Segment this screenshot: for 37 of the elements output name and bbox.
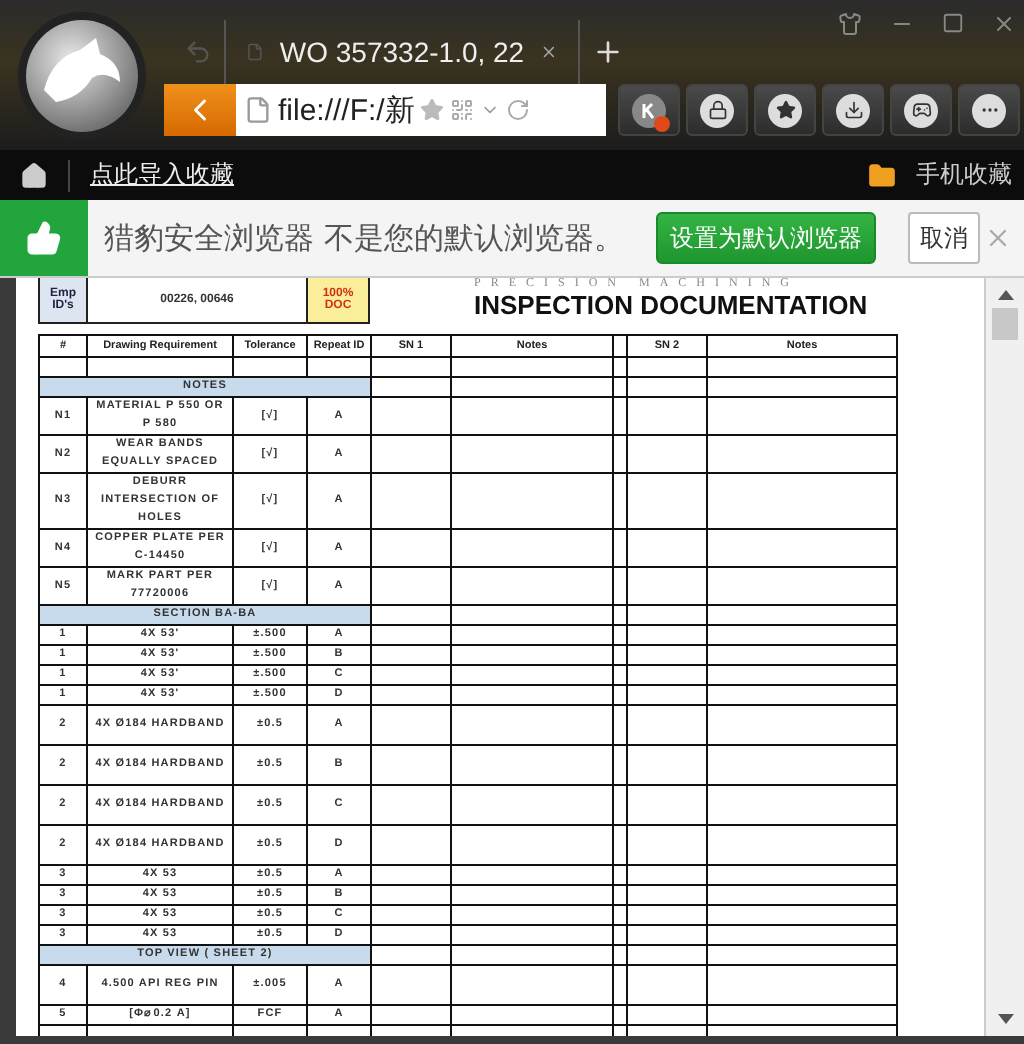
lock-icon xyxy=(707,100,727,120)
scroll-up-icon[interactable] xyxy=(997,290,1013,300)
download-icon xyxy=(843,100,863,120)
back-button[interactable] xyxy=(164,84,236,136)
star-icon[interactable] xyxy=(420,98,445,122)
k-letter-icon xyxy=(640,101,658,119)
mobile-bookmarks-link[interactable]: 手机收藏 xyxy=(916,158,1012,192)
skin-icon[interactable] xyxy=(838,12,862,36)
logo-icon xyxy=(16,9,148,141)
star-icon xyxy=(775,100,795,120)
gamepad-icon xyxy=(911,100,931,120)
scrollbar[interactable] xyxy=(984,278,1024,1036)
refresh-icon[interactable] xyxy=(506,98,531,122)
games-button[interactable] xyxy=(890,84,952,136)
tab-title: WO 357332-1.0, 22 xyxy=(279,36,525,68)
new-tab-icon[interactable] xyxy=(592,36,624,68)
alert-dot-icon xyxy=(654,116,670,132)
favorites-button[interactable] xyxy=(754,84,816,136)
page-icon xyxy=(246,40,264,64)
lock-button[interactable] xyxy=(686,84,748,136)
cancel-button[interactable]: 取消 xyxy=(908,212,980,264)
import-bookmarks-link[interactable]: 点此导入收藏 xyxy=(90,158,234,192)
scroll-thumb[interactable] xyxy=(992,308,1018,340)
document-title: INSPECTION DOCUMENTATION xyxy=(474,290,868,320)
maximize-icon[interactable] xyxy=(942,12,964,34)
home-icon[interactable] xyxy=(20,161,48,189)
account-button[interactable] xyxy=(618,84,680,136)
folder-icon xyxy=(868,161,896,189)
page-icon xyxy=(244,96,272,124)
scroll-down-icon[interactable] xyxy=(997,1014,1013,1024)
address-field[interactable]: file:///F:/新 xyxy=(236,84,606,136)
close-icon[interactable] xyxy=(992,12,1016,36)
download-button[interactable] xyxy=(822,84,884,136)
default-browser-message: 猎豹安全浏览器 不是您的默认浏览器。 xyxy=(104,219,626,257)
address-text: file:///F:/新 xyxy=(278,91,415,129)
qr-code-icon[interactable] xyxy=(450,98,475,122)
more-button[interactable] xyxy=(958,84,1020,136)
